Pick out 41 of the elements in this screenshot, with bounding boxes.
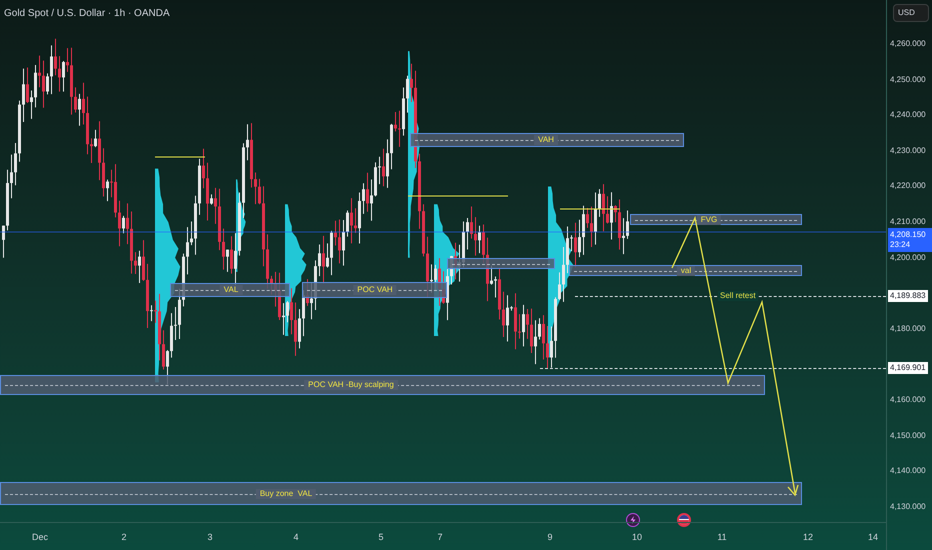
time-axis-label: Dec [32, 531, 48, 544]
poc-line [154, 156, 206, 158]
time-axis-label: 2 [122, 531, 126, 544]
time-axis-label: 7 [438, 531, 442, 544]
level-price-label: 4,189.883 [888, 290, 928, 302]
bar-countdown: 23:24 [890, 240, 912, 250]
time-axis-label: 9 [548, 531, 552, 544]
zone-label: VAL [220, 285, 242, 295]
lightning-event-icon[interactable] [626, 513, 640, 527]
zone-label: val [676, 266, 696, 276]
price-axis-label: 4,250.000 [890, 74, 926, 85]
zone-label: FVG [696, 214, 722, 224]
price-axis-label: 4,160.000 [890, 395, 926, 406]
price-axis-label: 4,130.000 [890, 502, 926, 512]
price-axis-label: 4,180.000 [890, 324, 926, 334]
time-axis-label: 12 [803, 531, 813, 544]
price-axis-label: 4,150.000 [890, 430, 926, 441]
zone-label: Buy zone VAL [256, 488, 316, 498]
zone-label: POC VAH -Buy scalping [304, 380, 398, 390]
time-axis-label: 10 [632, 531, 642, 544]
last-price: 4,208.150 [890, 230, 927, 240]
zone-label: POC VAH [353, 285, 397, 295]
time-axis-label: 14 [868, 531, 878, 544]
currency-button[interactable]: USD [893, 4, 929, 22]
time-axis-label: 11 [717, 531, 727, 544]
price-axis-label: 4,220.000 [890, 181, 926, 192]
price-axis-label: 4,200.000 [890, 252, 926, 263]
flag-event-icon[interactable] [677, 513, 691, 527]
zone-label: VAH [534, 135, 558, 145]
time-axis-label: 4 [294, 531, 298, 544]
price-axis-label: 4,260.000 [890, 39, 926, 49]
price-axis-label: 4,140.000 [890, 466, 926, 476]
time-axis-label: 3 [208, 531, 212, 544]
poc-line [560, 208, 620, 210]
price-axis-label: 4,240.000 [890, 110, 926, 120]
level-price-label: 4,169.901 [888, 362, 928, 374]
level-label: Sell retest [718, 291, 758, 301]
price-axis-label: 4,210.000 [890, 217, 926, 228]
chart-title: Gold Spot / U.S. Dollar · 1h · OANDA [4, 7, 170, 21]
time-axis-label: 5 [378, 531, 384, 544]
price-axis-label: 4,230.000 [890, 146, 926, 156]
